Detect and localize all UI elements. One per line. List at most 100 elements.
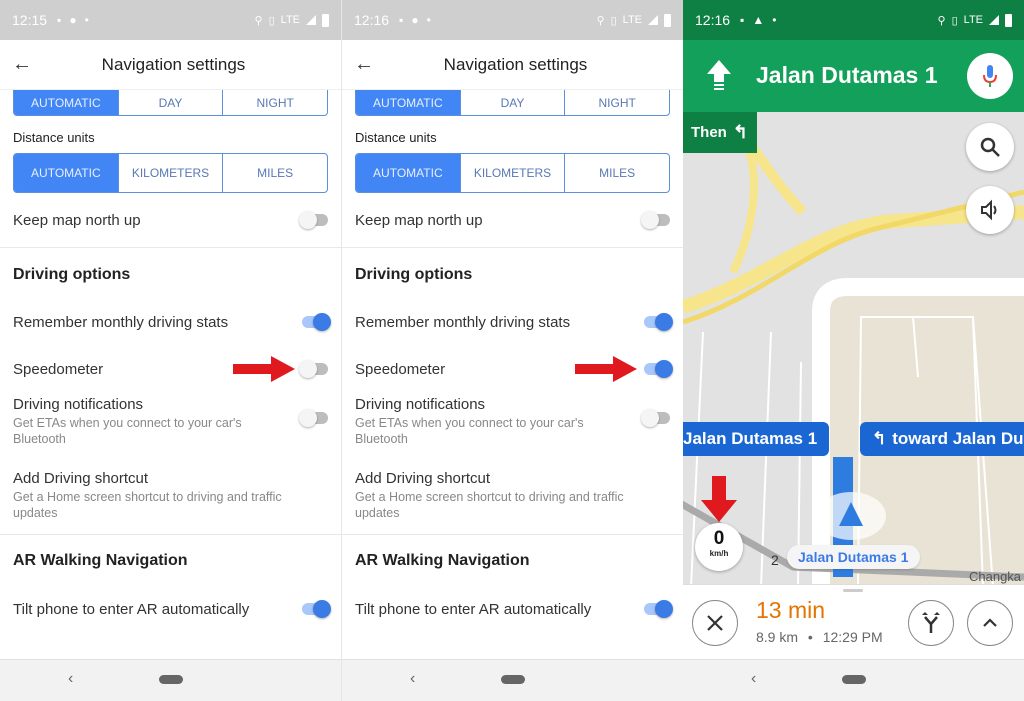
keep-north-up-label: Keep map north up [13,211,141,229]
search-icon [980,137,1000,157]
annotation-arrow [233,356,295,382]
settings-screen-after: 12:16 ▪ ● • ⚲ ▯ LTE ← Navigation setting… [341,0,683,701]
network-type: LTE [280,14,300,26]
tilt-ar-toggle[interactable] [302,600,331,618]
driving-options-heading: Driving options [355,266,473,283]
status-bar: 12:15 ▪ ● • ⚲ ▯ LTE [0,0,341,40]
battery-icon [664,13,671,27]
speedometer-row[interactable]: Speedometer [342,348,683,390]
segment-option[interactable]: MILES [223,154,327,192]
speedometer-toggle[interactable] [644,360,673,378]
segment-option[interactable]: AUTOMATIC [14,90,119,115]
alternate-routes-button[interactable] [908,600,954,646]
speedometer-row[interactable]: Speedometer [0,348,341,390]
eta-details: 8.9 km • 12:29 PM [756,629,883,645]
turn-left-icon: ↰ [732,122,748,142]
mic-icon [983,65,997,87]
nav-home-button[interactable] [500,675,525,684]
add-driving-shortcut-row[interactable]: Add Driving shortcut Get a Home screen s… [342,470,683,534]
segment-option[interactable]: KILOMETERS [119,154,224,192]
segment-option[interactable]: NIGHT [565,90,669,115]
close-icon [707,615,723,631]
monthly-stats-toggle[interactable] [302,313,331,331]
vibrate-icon: ▯ [610,14,617,27]
status-time: 12:16 [695,12,731,28]
segment-option[interactable]: MILES [565,154,669,192]
segment-option[interactable]: AUTOMATIC [356,90,461,115]
turn-instruction-banner: Jalan Dutamas 1 [683,40,1024,112]
speedometer-toggle[interactable] [299,360,328,378]
nav-back-button[interactable]: ‹ [68,670,73,688]
close-button[interactable] [692,600,738,646]
driving-notifications-label: Driving notifications [13,396,144,413]
nav-home-button[interactable] [158,675,183,684]
vibrate-icon: ▯ [951,14,958,27]
signal-icon [306,15,316,25]
segment-option[interactable]: DAY [461,90,566,115]
battery-icon [322,13,329,27]
driving-notifications-row[interactable]: Driving notifications Get ETAs when you … [342,390,683,470]
segment-option[interactable]: AUTOMATIC [14,154,119,192]
trip-bottom-sheet[interactable]: 13 min 8.9 km • 12:29 PM [683,584,1024,660]
speed-unit: km/h [709,549,729,558]
network-type: LTE [963,14,983,26]
add-driving-shortcut-label: Add Driving shortcut [13,470,149,487]
arrival-time: 12:29 PM [822,629,883,645]
driving-notifications-desc: Get ETAs when you connect to your car's … [13,416,242,446]
tilt-ar-row[interactable]: Tilt phone to enter AR automatically [0,585,341,633]
route-callout-right: ↰ toward Jalan Du [860,422,1024,456]
annotation-arrow [701,476,737,522]
keep-north-up-toggle[interactable] [299,211,328,229]
segment-option[interactable]: NIGHT [223,90,327,115]
keep-north-up-toggle[interactable] [641,211,670,229]
keep-north-up-row[interactable]: Keep map north up [342,193,683,247]
image-icon: ▪ [399,13,404,27]
search-button[interactable] [966,123,1014,171]
nav-back-button[interactable]: ‹ [751,670,756,688]
expand-button[interactable] [967,600,1013,646]
page-title: Navigation settings [443,54,588,74]
nav-back-button[interactable]: ‹ [410,670,415,688]
image-icon: ▪ [57,13,62,27]
monthly-stats-label: Remember monthly driving stats [355,313,571,331]
speed-value: 0 [713,528,725,549]
distance-units-label: Distance units [355,130,437,145]
system-nav-bar: ‹ [0,659,341,701]
add-driving-shortcut-row[interactable]: Add Driving shortcut Get a Home screen s… [0,470,341,534]
keep-north-up-row[interactable]: Keep map north up [0,193,341,247]
tilt-ar-row[interactable]: Tilt phone to enter AR automatically [342,585,683,633]
current-road-label: Jalan Dutamas 1 [787,545,920,569]
driving-notifications-toggle[interactable] [299,409,328,427]
monthly-stats-row[interactable]: Remember monthly driving stats [0,296,341,348]
nav-home-button[interactable] [841,675,866,684]
monthly-stats-label: Remember monthly driving stats [13,313,229,331]
driving-notifications-toggle[interactable] [641,409,670,427]
page-title: Navigation settings [101,54,246,74]
monthly-stats-toggle[interactable] [644,313,673,331]
ar-walking-heading: AR Walking Navigation [13,552,188,569]
monthly-stats-row[interactable]: Remember monthly driving stats [342,296,683,348]
driving-notifications-row[interactable]: Driving notifications Get ETAs when you … [0,390,341,470]
location-icon: ⚲ [254,14,263,27]
system-nav-bar: ‹ [683,659,1024,701]
map-area-label: Changka [969,569,1022,584]
keep-north-up-label: Keep map north up [355,211,483,229]
maps-icon: ● [69,13,77,27]
dot-icon: • [84,13,89,27]
separator: • [807,629,813,645]
tilt-ar-toggle[interactable] [644,600,673,618]
sheet-handle[interactable] [843,589,863,592]
maps-icon: ● [411,13,419,27]
segment-option[interactable]: KILOMETERS [461,154,566,192]
signal-icon [989,15,999,25]
segment-option[interactable]: AUTOMATIC [356,154,461,192]
fork-icon [922,612,940,633]
signal-icon [648,15,658,25]
mic-button[interactable] [967,53,1013,99]
network-type: LTE [622,14,642,26]
volume-button[interactable] [966,186,1014,234]
arrow-left-icon[interactable]: ← [354,53,374,76]
status-bar: 12:16 ▪ ▲ • ⚲ ▯ LTE [683,0,1024,40]
arrow-left-icon[interactable]: ← [12,53,32,76]
segment-option[interactable]: DAY [119,90,224,115]
